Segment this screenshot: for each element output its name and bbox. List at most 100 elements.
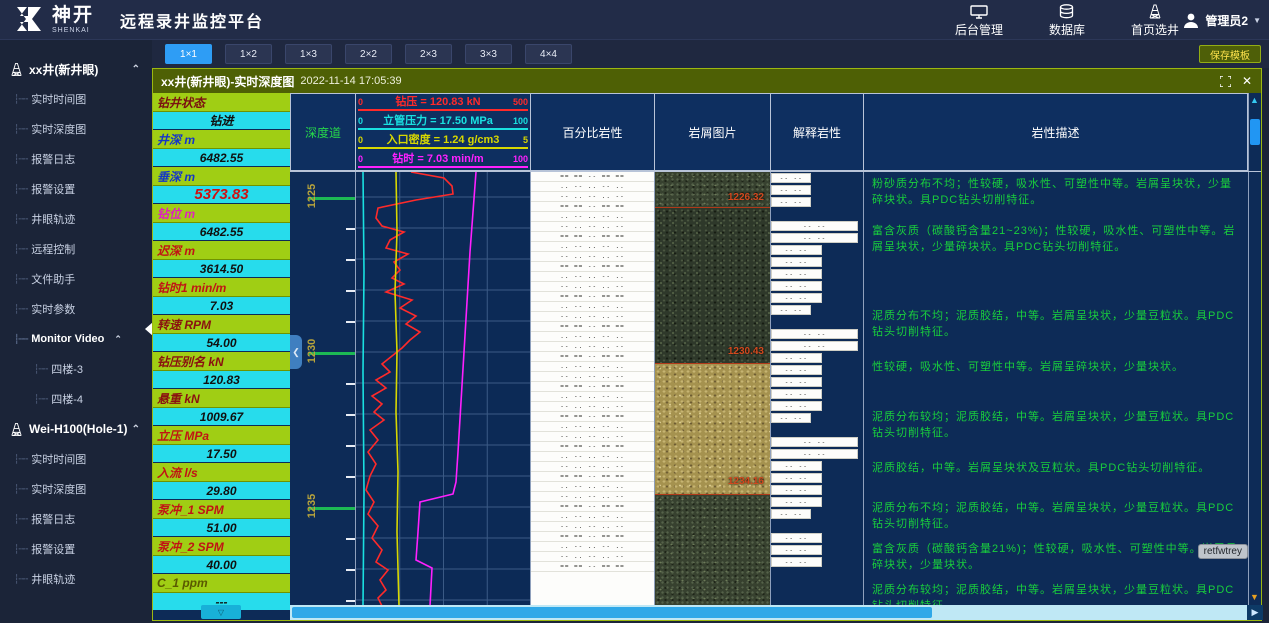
litho-symbol-row: .. -- .. -- .. <box>531 452 654 462</box>
depth-minor-tick <box>346 445 355 447</box>
depth-minor-tick <box>346 569 355 571</box>
sidebar-item-label: 井眼轨迹 <box>31 211 75 227</box>
vertical-scrollbar-body[interactable]: ▼ <box>1248 172 1261 606</box>
top-header: 神开 SHENKAI 远程录井监控平台 后台管理 数据库 首页选井 管理员2 ▼ <box>0 0 1269 40</box>
sidebar-item[interactable]: ┆╌╌实时深度图 <box>0 474 152 504</box>
tree-line: ┆╌╌ <box>14 454 27 465</box>
sidebar-item[interactable]: ┆╌╌报警设置 <box>0 534 152 564</box>
scroll-down-icon[interactable]: ▼ <box>1250 592 1259 602</box>
param-value: 5373.83 <box>153 186 290 204</box>
litho-percent-track: == == -- == ==.. -- .. -- ..-- .. -- .. … <box>531 172 655 605</box>
param-scroll-down-button[interactable]: ▽ <box>201 605 241 619</box>
scroll-up-icon[interactable]: ▲ <box>1250 95 1259 105</box>
sidebar-item[interactable]: ┆╌╌文件助手 <box>0 264 152 294</box>
well-tree-sidebar: xx井(新井眼)⌃┆╌╌实时时间图┆╌╌实时深度图┆╌╌报警日志┆╌╌报警设置┆… <box>0 40 152 623</box>
interp-litho-bar: -- -- <box>771 485 822 495</box>
user-avatar-icon <box>1182 11 1200 29</box>
litho-symbol-row: .. -- .. -- .. <box>531 422 654 432</box>
sidebar-item[interactable]: ┆╌╌井眼轨迹 <box>0 564 152 594</box>
tree-line: ┆╌╌ <box>14 304 27 315</box>
nav-monitor[interactable]: 后台管理 <box>955 5 1003 36</box>
hscroll-thumb[interactable] <box>292 607 932 618</box>
interp-gap <box>771 521 863 531</box>
chevron-up-icon[interactable]: ⌃ <box>132 64 140 75</box>
depth-track: 1225 1230 1235 <box>290 172 356 605</box>
legend-label: 钻压 = 120.83 kN <box>395 96 480 108</box>
scroll-right-icon[interactable]: ▶ <box>1247 605 1263 620</box>
chevron-up-icon[interactable]: ⌃ <box>114 334 122 345</box>
close-icon[interactable]: ✕ <box>1239 73 1255 89</box>
legend-label: 入口密度 = 1.24 g/cm3 <box>387 134 500 146</box>
tree-line: ┆╌╌ <box>14 154 27 165</box>
sidebar-item-label: 井眼轨迹 <box>31 571 75 587</box>
layout-button-1x1[interactable]: 1×1 <box>165 44 212 64</box>
interp-gap <box>771 209 863 219</box>
vscroll-thumb[interactable] <box>1250 119 1260 145</box>
well-node-1[interactable]: Wei-H100(Hole-1)⌃ <box>0 414 152 444</box>
param-label: 入流 l/s <box>153 463 290 482</box>
sidebar-item[interactable]: ┆╌╌井眼轨迹 <box>0 204 152 234</box>
sidebar-item[interactable]: ┆╌╌报警日志 <box>0 504 152 534</box>
layout-button-3x3[interactable]: 3×3 <box>465 44 512 64</box>
sidebar-item[interactable]: ┆╌╌实时时间图 <box>0 84 152 114</box>
depth-minor-tick <box>346 414 355 416</box>
page-title: 远程录井监控平台 <box>120 8 264 32</box>
layout-button-2x2[interactable]: 2×2 <box>345 44 392 64</box>
column-header-interpreted-litho: 解释岩性 <box>771 93 864 171</box>
tree-line: ┆╌╌ <box>14 244 27 255</box>
database-icon <box>1059 4 1074 24</box>
sidebar-item[interactable]: ┆╌╌实时深度图 <box>0 114 152 144</box>
interp-litho-bar: -- -- <box>771 509 811 519</box>
param-value: 3614.50 <box>153 260 290 278</box>
litho-symbol-row: == == -- == == <box>531 472 654 482</box>
interp-litho-bar: -- -- <box>771 461 822 471</box>
litho-symbol-row: .. -- .. -- .. <box>531 302 654 312</box>
legend-min: 0 <box>358 136 363 146</box>
litho-symbol-row: -- .. -- .. -- <box>531 432 654 442</box>
layout-button-4x4[interactable]: 4×4 <box>525 44 572 64</box>
nav-database[interactable]: 数据库 <box>1049 4 1085 36</box>
layout-button-1x3[interactable]: 1×3 <box>285 44 332 64</box>
tree-line: ┆╌╌ <box>14 184 27 195</box>
sidebar-item[interactable]: ┆╌╌远程控制 <box>0 234 152 264</box>
interp-litho-bar: -- -- <box>771 185 811 195</box>
sidebar-item-camera[interactable]: ┆╌╌四楼-3 <box>0 354 152 384</box>
well-node-0[interactable]: xx井(新井眼)⌃ <box>0 54 152 84</box>
litho-description-line: 泥质分布较均；泥质胶结，中等。岩屑呈块状，少量豆粒状。具PDC钻头切削特征。 <box>872 582 1242 605</box>
user-menu[interactable]: 管理员2 ▼ <box>1182 0 1261 40</box>
litho-symbol-row: -- .. -- .. -- <box>531 492 654 502</box>
interp-gap <box>771 317 863 327</box>
column-header-litho-description: 岩性描述 <box>864 93 1248 171</box>
horizontal-scrollbar[interactable]: ▶ <box>290 605 1263 620</box>
depth-track-header: 深度道 <box>290 93 356 171</box>
param-label: 立压 MPa <box>153 426 290 445</box>
sidebar-item[interactable]: ┆╌╌实时时间图 <box>0 444 152 474</box>
sidebar-item[interactable]: ┆╌╌报警日志 <box>0 144 152 174</box>
legend-row: 0 钻压 = 120.83 kN 500 <box>358 96 528 111</box>
sidebar-item-monitor-video[interactable]: ┆╌╌Monitor Video⌃ <box>0 324 152 354</box>
chevron-up-icon[interactable]: ⌃ <box>132 424 140 435</box>
param-value: 6482.55 <box>153 223 290 241</box>
panel-collapse-handle[interactable]: ❮ <box>290 335 302 369</box>
interp-litho-bar: -- -- <box>771 437 858 447</box>
depth-chart-window: xx井(新井眼)-实时深度图 2022-11-14 17:05:39 ✕ 钻井状… <box>152 68 1262 621</box>
vertical-scrollbar[interactable]: ▲ <box>1248 93 1261 171</box>
litho-description-track: retfwtrey 粉砂质分布不均；性较硬，吸水性、可塑性中等。岩屑呈块状，少量… <box>864 172 1248 605</box>
nav-label: 数据库 <box>1049 24 1085 36</box>
sidebar-item-camera[interactable]: ┆╌╌四楼-4 <box>0 384 152 414</box>
depth-minor-tick <box>346 476 355 478</box>
chart-body: 1225 1230 1235 == == -- == == .. -- .. --… <box>290 171 1261 605</box>
depth-chart: 深度道 0 钻压 = 120.83 kN 500 0 立管压力 = 17.50 … <box>290 93 1261 620</box>
interp-litho-bar: -- -- <box>771 341 858 351</box>
maximize-icon[interactable] <box>1217 73 1233 89</box>
sidebar-item[interactable]: ┆╌╌实时参数 <box>0 294 152 324</box>
legend-max: 100 <box>513 117 528 127</box>
sidebar-item[interactable]: ┆╌╌报警设置 <box>0 174 152 204</box>
layout-button-1x2[interactable]: 1×2 <box>225 44 272 64</box>
litho-symbol-row: -- .. -- .. -- <box>531 402 654 412</box>
layout-button-2x3[interactable]: 2×3 <box>405 44 452 64</box>
nav-derrick[interactable]: 首页选井 <box>1131 4 1179 36</box>
litho-symbol-row: -- .. -- .. -- <box>531 312 654 322</box>
param-label: 悬重 kN <box>153 389 290 408</box>
save-template-button[interactable]: 保存模板 <box>1199 45 1261 63</box>
